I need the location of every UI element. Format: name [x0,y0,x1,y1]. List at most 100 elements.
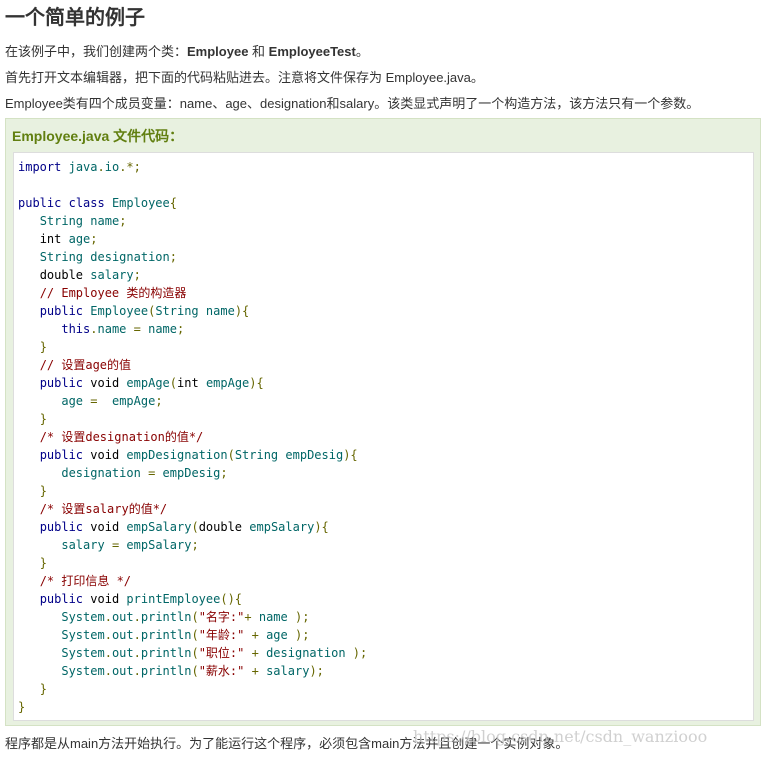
code-token: // Employee 类的构造器 [39,286,187,300]
code-line: /* 设置designation的值*/ [18,428,367,446]
code-token: . [104,628,112,642]
code-token: int [39,232,62,246]
code-token: + [251,664,259,678]
intro-paragraph: 在该例子中，我们创建两个类：Employee 和 EmployeeTest。 [5,43,369,61]
code-line: String name; [18,212,367,230]
code-token: // 设置age的值 [39,358,132,372]
code-token: ; [90,232,98,246]
intro-prefix: 在该例子中，我们创建两个类： [5,44,188,59]
code-token: println [140,664,192,678]
code-token: ); [352,646,368,660]
code-token: salary [61,538,105,552]
code-token: } [18,700,26,714]
code-token: System [61,664,105,678]
code-token: println [140,610,192,624]
code-block[interactable]: import java.io.*; public class Employee{… [13,152,754,721]
code-token: public [18,196,62,210]
code-token: /* 打印信息 */ [39,574,132,588]
code-token: name [258,610,288,624]
intro-and: 和 [248,44,269,59]
code-line: public class Employee{ [18,194,367,212]
code-token: } [39,556,47,570]
code-example-title: Employee.java 文件代码： [12,128,184,144]
code-line: } [18,338,367,356]
code-token: . [133,664,141,678]
code-token: String [39,250,84,264]
code-line: String designation; [18,248,367,266]
code-token: ){ [343,448,358,462]
code-token: salary [90,268,134,282]
code-line: } [18,482,367,500]
code-token: . [104,664,112,678]
code-token: empAge [111,394,156,408]
code-line: age = empAge; [18,392,367,410]
code-token: "名字:" [198,610,245,624]
code-line: public void empAge(int empAge){ [18,374,367,392]
code-line: double salary; [18,266,367,284]
code-token: println [140,628,192,642]
code-token: + [251,628,259,642]
code-token: age [61,394,84,408]
code-line: public void printEmployee(){ [18,590,367,608]
code-token: + [244,610,252,624]
code-line: System.out.println("薪水:" + salary); [18,662,367,680]
code-token: String [234,448,279,462]
code-token: double [198,520,243,534]
code-token: . [133,646,141,660]
code-line: System.out.println("名字:"+ name ); [18,608,367,626]
code-token: System [61,646,105,660]
code-token: empAge [126,376,170,390]
code-token: ; [155,394,163,408]
code-token: . [133,628,141,642]
code-token: void [90,520,120,534]
code-token: empAge [205,376,250,390]
code-token: ); [309,664,324,678]
code-token: out [111,664,134,678]
code-line: } [18,554,367,572]
class-name-employeetest: EmployeeTest [268,44,356,59]
page-title: 一个简单的例子 [5,5,145,29]
code-line: salary = empSalary; [18,536,367,554]
code-token: { [169,196,177,210]
code-line: public void empSalary(double empSalary){ [18,518,367,536]
page: 一个简单的例子 在该例子中，我们创建两个类：Employee 和 Employe… [0,0,775,757]
code-token: designation [61,466,141,480]
code-token: . [104,610,112,624]
code-token: void [90,376,120,390]
code-line: } [18,680,367,698]
code-token: "薪水:" [198,664,245,678]
watermark: https://blog.csdn.net/csdn_wanziooo [413,727,708,746]
code-token: . [90,322,98,336]
code-line: } [18,410,367,428]
code-token: ; [133,268,141,282]
code-token: System [61,610,105,624]
